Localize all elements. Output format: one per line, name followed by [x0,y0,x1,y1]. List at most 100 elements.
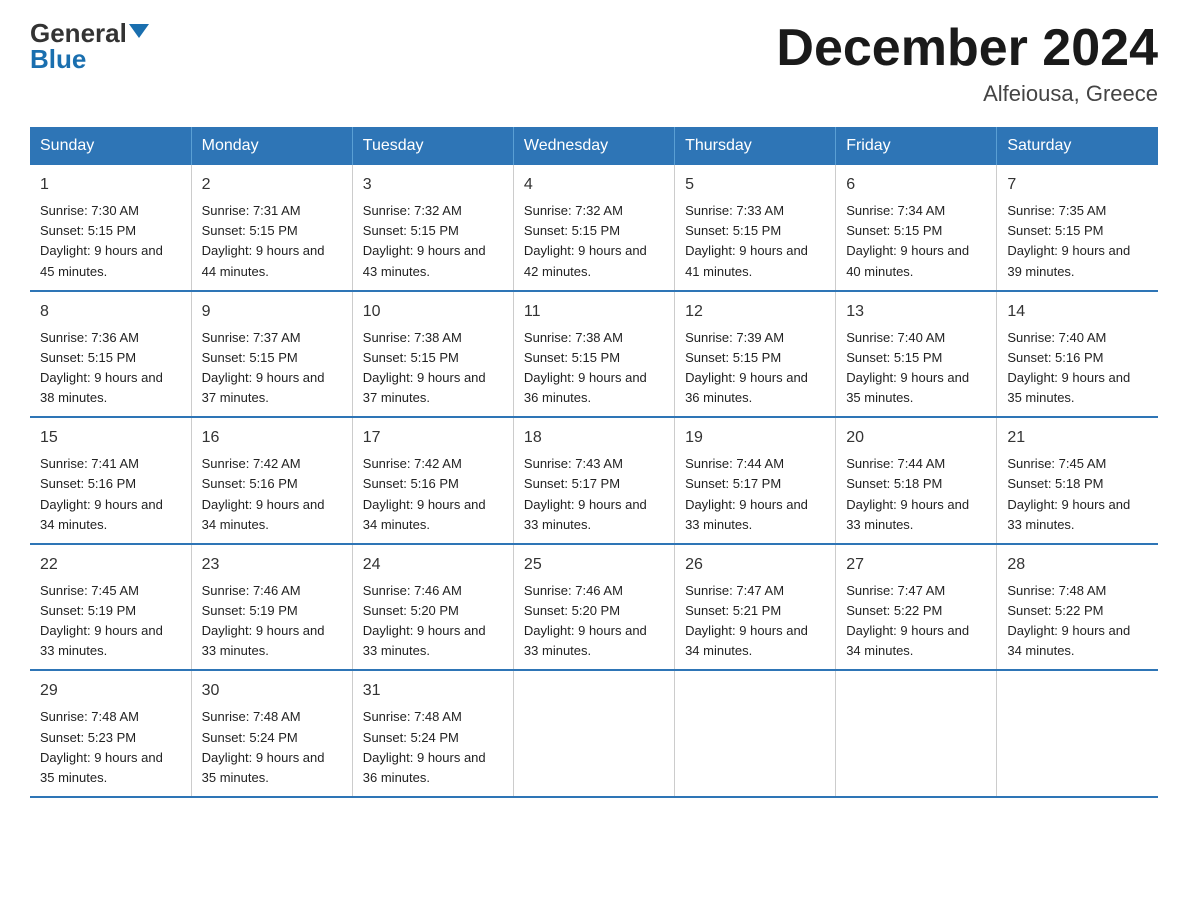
day-number: 11 [524,300,664,324]
column-header-saturday: Saturday [997,127,1158,165]
day-info: Sunrise: 7:47 AMSunset: 5:22 PMDaylight:… [846,583,969,658]
calendar-cell: 17 Sunrise: 7:42 AMSunset: 5:16 PMDaylig… [352,417,513,544]
calendar-week-row: 29 Sunrise: 7:48 AMSunset: 5:23 PMDaylig… [30,670,1158,797]
day-number: 8 [40,300,181,324]
day-info: Sunrise: 7:48 AMSunset: 5:22 PMDaylight:… [1007,583,1130,658]
day-number: 27 [846,553,986,577]
calendar-cell: 23 Sunrise: 7:46 AMSunset: 5:19 PMDaylig… [191,544,352,671]
logo: General Blue [30,20,149,72]
day-number: 29 [40,679,181,703]
calendar-cell: 14 Sunrise: 7:40 AMSunset: 5:16 PMDaylig… [997,291,1158,418]
calendar-week-row: 1 Sunrise: 7:30 AMSunset: 5:15 PMDayligh… [30,165,1158,291]
day-number: 14 [1007,300,1148,324]
day-number: 3 [363,173,503,197]
day-info: Sunrise: 7:31 AMSunset: 5:15 PMDaylight:… [202,203,325,278]
day-info: Sunrise: 7:32 AMSunset: 5:15 PMDaylight:… [524,203,647,278]
day-info: Sunrise: 7:48 AMSunset: 5:24 PMDaylight:… [363,709,486,784]
column-header-friday: Friday [836,127,997,165]
month-title: December 2024 [776,20,1158,77]
day-info: Sunrise: 7:42 AMSunset: 5:16 PMDaylight:… [363,456,486,531]
calendar-cell [675,670,836,797]
title-section: December 2024 Alfeiousa, Greece [776,20,1158,107]
calendar-cell: 4 Sunrise: 7:32 AMSunset: 5:15 PMDayligh… [513,165,674,291]
logo-general-text: General [30,20,127,46]
day-info: Sunrise: 7:40 AMSunset: 5:15 PMDaylight:… [846,330,969,405]
day-info: Sunrise: 7:38 AMSunset: 5:15 PMDaylight:… [524,330,647,405]
day-number: 19 [685,426,825,450]
day-info: Sunrise: 7:46 AMSunset: 5:19 PMDaylight:… [202,583,325,658]
calendar-cell: 1 Sunrise: 7:30 AMSunset: 5:15 PMDayligh… [30,165,191,291]
calendar-cell: 8 Sunrise: 7:36 AMSunset: 5:15 PMDayligh… [30,291,191,418]
day-number: 20 [846,426,986,450]
calendar-cell: 10 Sunrise: 7:38 AMSunset: 5:15 PMDaylig… [352,291,513,418]
day-number: 6 [846,173,986,197]
calendar-week-row: 15 Sunrise: 7:41 AMSunset: 5:16 PMDaylig… [30,417,1158,544]
day-info: Sunrise: 7:48 AMSunset: 5:23 PMDaylight:… [40,709,163,784]
day-number: 7 [1007,173,1148,197]
day-number: 22 [40,553,181,577]
column-header-wednesday: Wednesday [513,127,674,165]
calendar-week-row: 8 Sunrise: 7:36 AMSunset: 5:15 PMDayligh… [30,291,1158,418]
day-number: 28 [1007,553,1148,577]
day-info: Sunrise: 7:32 AMSunset: 5:15 PMDaylight:… [363,203,486,278]
calendar-cell: 18 Sunrise: 7:43 AMSunset: 5:17 PMDaylig… [513,417,674,544]
day-number: 9 [202,300,342,324]
page-header: General Blue December 2024 Alfeiousa, Gr… [30,20,1158,107]
day-info: Sunrise: 7:33 AMSunset: 5:15 PMDaylight:… [685,203,808,278]
calendar-week-row: 22 Sunrise: 7:45 AMSunset: 5:19 PMDaylig… [30,544,1158,671]
calendar-cell: 5 Sunrise: 7:33 AMSunset: 5:15 PMDayligh… [675,165,836,291]
day-info: Sunrise: 7:46 AMSunset: 5:20 PMDaylight:… [524,583,647,658]
calendar-cell: 31 Sunrise: 7:48 AMSunset: 5:24 PMDaylig… [352,670,513,797]
calendar-cell: 25 Sunrise: 7:46 AMSunset: 5:20 PMDaylig… [513,544,674,671]
day-info: Sunrise: 7:45 AMSunset: 5:19 PMDaylight:… [40,583,163,658]
calendar-cell: 12 Sunrise: 7:39 AMSunset: 5:15 PMDaylig… [675,291,836,418]
day-info: Sunrise: 7:34 AMSunset: 5:15 PMDaylight:… [846,203,969,278]
day-number: 5 [685,173,825,197]
calendar-table: SundayMondayTuesdayWednesdayThursdayFrid… [30,127,1158,798]
calendar-cell: 30 Sunrise: 7:48 AMSunset: 5:24 PMDaylig… [191,670,352,797]
calendar-cell: 24 Sunrise: 7:46 AMSunset: 5:20 PMDaylig… [352,544,513,671]
logo-triangle-icon [129,24,149,38]
day-number: 21 [1007,426,1148,450]
day-info: Sunrise: 7:47 AMSunset: 5:21 PMDaylight:… [685,583,808,658]
calendar-cell: 7 Sunrise: 7:35 AMSunset: 5:15 PMDayligh… [997,165,1158,291]
location-title: Alfeiousa, Greece [776,81,1158,107]
day-number: 4 [524,173,664,197]
calendar-cell: 2 Sunrise: 7:31 AMSunset: 5:15 PMDayligh… [191,165,352,291]
calendar-cell [836,670,997,797]
day-info: Sunrise: 7:37 AMSunset: 5:15 PMDaylight:… [202,330,325,405]
calendar-cell: 28 Sunrise: 7:48 AMSunset: 5:22 PMDaylig… [997,544,1158,671]
logo-blue-text: Blue [30,46,86,72]
calendar-cell [513,670,674,797]
day-info: Sunrise: 7:46 AMSunset: 5:20 PMDaylight:… [363,583,486,658]
calendar-cell: 13 Sunrise: 7:40 AMSunset: 5:15 PMDaylig… [836,291,997,418]
day-info: Sunrise: 7:44 AMSunset: 5:18 PMDaylight:… [846,456,969,531]
calendar-header-row: SundayMondayTuesdayWednesdayThursdayFrid… [30,127,1158,165]
day-info: Sunrise: 7:35 AMSunset: 5:15 PMDaylight:… [1007,203,1130,278]
day-number: 13 [846,300,986,324]
column-header-monday: Monday [191,127,352,165]
day-number: 31 [363,679,503,703]
calendar-cell: 21 Sunrise: 7:45 AMSunset: 5:18 PMDaylig… [997,417,1158,544]
calendar-cell: 16 Sunrise: 7:42 AMSunset: 5:16 PMDaylig… [191,417,352,544]
day-info: Sunrise: 7:43 AMSunset: 5:17 PMDaylight:… [524,456,647,531]
day-number: 30 [202,679,342,703]
day-info: Sunrise: 7:48 AMSunset: 5:24 PMDaylight:… [202,709,325,784]
day-number: 24 [363,553,503,577]
calendar-cell: 15 Sunrise: 7:41 AMSunset: 5:16 PMDaylig… [30,417,191,544]
day-number: 18 [524,426,664,450]
column-header-thursday: Thursday [675,127,836,165]
day-info: Sunrise: 7:38 AMSunset: 5:15 PMDaylight:… [363,330,486,405]
day-info: Sunrise: 7:40 AMSunset: 5:16 PMDaylight:… [1007,330,1130,405]
day-info: Sunrise: 7:44 AMSunset: 5:17 PMDaylight:… [685,456,808,531]
day-number: 15 [40,426,181,450]
day-info: Sunrise: 7:39 AMSunset: 5:15 PMDaylight:… [685,330,808,405]
calendar-cell: 29 Sunrise: 7:48 AMSunset: 5:23 PMDaylig… [30,670,191,797]
calendar-cell [997,670,1158,797]
calendar-cell: 6 Sunrise: 7:34 AMSunset: 5:15 PMDayligh… [836,165,997,291]
day-number: 1 [40,173,181,197]
calendar-cell: 3 Sunrise: 7:32 AMSunset: 5:15 PMDayligh… [352,165,513,291]
calendar-cell: 9 Sunrise: 7:37 AMSunset: 5:15 PMDayligh… [191,291,352,418]
calendar-cell: 22 Sunrise: 7:45 AMSunset: 5:19 PMDaylig… [30,544,191,671]
day-number: 2 [202,173,342,197]
